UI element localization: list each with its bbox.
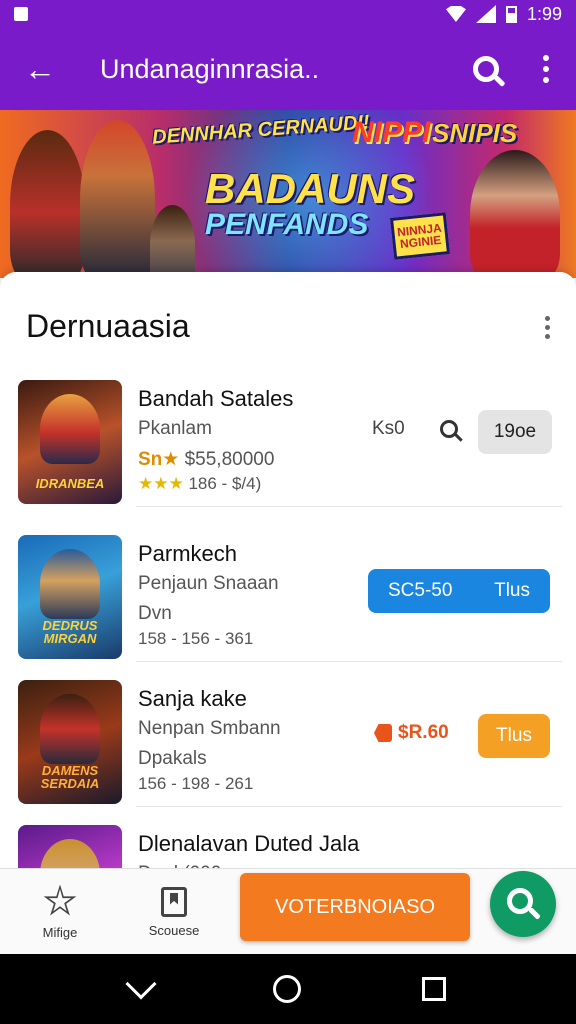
game-stats: 158 - 156 - 361 xyxy=(138,629,254,648)
game-thumbnail: DAMENS SERDAIA xyxy=(18,680,122,804)
status-bar: 1:99 xyxy=(0,0,576,28)
game-row[interactable]: IDRANBEA Bandah Satales Pkanlam Sn★ $55,… xyxy=(0,362,576,507)
banner-hero-small xyxy=(150,205,195,278)
game-row[interactable]: DAMENS SERDAIA Sanja kake Nenpan Smbann … xyxy=(0,662,576,807)
game-title: Sanja kake xyxy=(138,686,247,711)
signal-icon xyxy=(475,5,496,23)
thumb-label: IDRANBEA xyxy=(35,476,105,491)
wifi-icon xyxy=(445,6,466,22)
search-icon[interactable] xyxy=(440,420,458,438)
nav-recents-icon[interactable] xyxy=(421,977,446,1001)
thumb-figure xyxy=(40,394,100,464)
section-more-icon[interactable] xyxy=(545,316,550,339)
game-thumbnail: DEDRUS MIRGAN xyxy=(18,535,122,659)
more-vert-icon xyxy=(543,55,549,83)
game-action-button[interactable]: 19oe xyxy=(478,410,552,454)
game-detail: Dvn xyxy=(138,603,172,624)
search-fab[interactable] xyxy=(490,871,556,937)
search-button[interactable] xyxy=(456,28,516,110)
search-icon xyxy=(473,56,499,82)
tab-saved-label: Scouese xyxy=(148,922,200,938)
banner-hero-left xyxy=(10,130,85,278)
back-button[interactable]: ← xyxy=(0,28,80,110)
buy-button[interactable]: SC5-50 Tlus xyxy=(368,569,550,613)
game-title: Dlenalavan Duted Jala xyxy=(138,831,360,856)
status-time: 1:99 xyxy=(526,3,562,24)
battery-icon xyxy=(505,5,517,23)
star-icon xyxy=(43,884,77,916)
game-detail: Dpakals xyxy=(138,748,207,769)
rating-stars: ★★★ xyxy=(138,474,184,493)
nav-back-icon[interactable] xyxy=(125,968,157,1000)
game-row[interactable]: Dlenalavan Duted Jala D...d (999 xyxy=(0,807,576,872)
buy-price: SC5-50 xyxy=(388,580,453,601)
thumb-figure xyxy=(40,549,100,619)
app-title: Undanaginnrasia.. xyxy=(100,53,320,84)
game-row[interactable]: DEDRUS MIRGAN Parmkech Penjaun Snaaan Dv… xyxy=(0,517,576,662)
section-title: Dernuaasia xyxy=(26,308,190,344)
game-price-line: Sn★ $55,80000 xyxy=(138,448,274,471)
tab-favorites-label: Mifige xyxy=(42,924,78,940)
game-list-card: Dernuaasia IDRANBEA Bandah Satales Pkanl… xyxy=(0,272,576,872)
tag-icon xyxy=(374,723,392,742)
banner-headline-2: PENFANDS xyxy=(205,208,369,241)
game-thumbnail: IDRANBEA xyxy=(18,380,122,504)
banner-hero-center-left xyxy=(80,120,155,278)
search-icon xyxy=(507,888,533,914)
thumb-label: DEDRUS MIRGAN xyxy=(42,618,98,646)
game-action-button[interactable]: Tlus xyxy=(478,714,550,758)
game-thumbnail xyxy=(18,825,122,872)
bottom-action-bar: Mifige Scouese VOTERBNOIASO xyxy=(0,868,576,954)
buy-label: Tlus xyxy=(494,580,530,601)
nav-home-icon[interactable] xyxy=(272,975,301,1003)
game-subtitle: Pkanlam xyxy=(138,418,212,439)
game-stats: 156 - 198 - 261 xyxy=(138,774,254,793)
app-bar: ← Undanaginnrasia.. xyxy=(0,28,576,110)
banner-headline-1: BADAUNS xyxy=(205,165,415,212)
banner-badge-nippi: NIPPI xyxy=(352,116,431,149)
more-options-button[interactable] xyxy=(516,28,576,110)
game-meta: Ks0 xyxy=(372,418,405,439)
game-subtitle: Nenpan Smbann xyxy=(138,718,281,739)
price-accent: Sn★ xyxy=(138,449,180,470)
banner-hero-right xyxy=(470,150,560,278)
game-stats: 186 - $/4) xyxy=(188,474,262,493)
game-title: Parmkech xyxy=(138,541,238,566)
game-price: $R.60 xyxy=(398,722,449,743)
tab-saved[interactable]: Scouese xyxy=(124,877,224,947)
row-divider xyxy=(136,506,562,507)
game-price: $55,80000 xyxy=(184,449,275,470)
system-nav-bar xyxy=(0,954,576,1024)
banner-badge-snipis: SNIPIS xyxy=(432,118,518,148)
bookmark-icon xyxy=(161,886,187,917)
game-subtitle: Penjaun Snaaan xyxy=(138,573,279,594)
game-title: Bandah Satales xyxy=(138,386,294,411)
back-arrow-icon: ← xyxy=(24,50,56,87)
primary-cta-button[interactable]: VOTERBNOIASO xyxy=(240,873,470,941)
promo-banner[interactable]: DENNHAR CERNAUDI! NIPPI SNIPIS BADAUNS P… xyxy=(0,110,576,278)
banner-ticket: NINNJA NGINIE xyxy=(389,212,451,260)
tab-favorites[interactable]: Mifige xyxy=(10,877,110,947)
thumb-label: DAMENS SERDAIA xyxy=(40,763,100,791)
notification-icon xyxy=(14,7,28,21)
thumb-figure xyxy=(40,694,100,764)
game-rating-line: ★★★ 186 - $/4) xyxy=(138,474,261,494)
game-price-tag: $R.60 xyxy=(374,722,449,744)
